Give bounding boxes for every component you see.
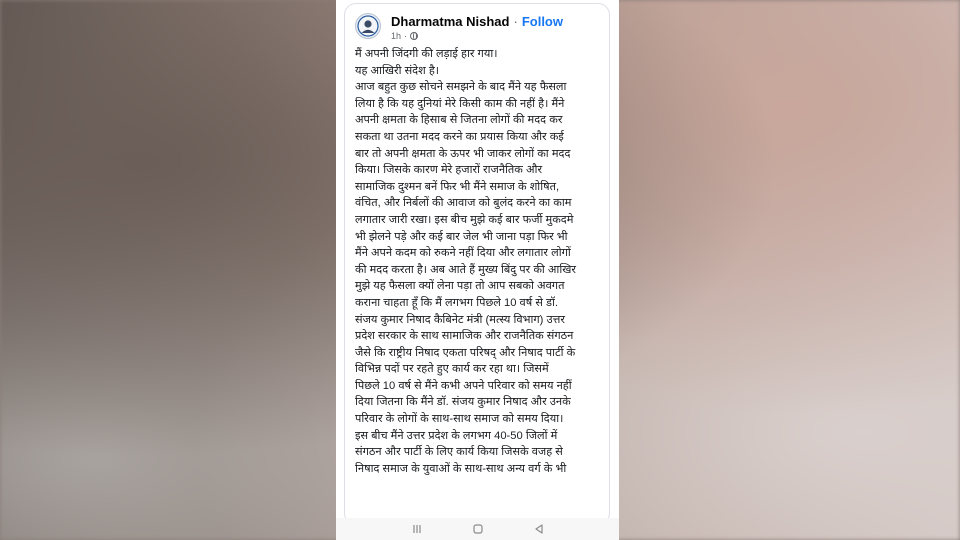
post-text-line: की मदद करता है। अब आते हैं मुख्य बिंदु प… xyxy=(355,263,576,276)
post-text-line: यह आखिरी संदेश है। xyxy=(355,64,440,77)
post-meta: 1h · xyxy=(391,31,419,41)
post-text-line: मुझे यह फैसला क्यों लेना पड़ा तो आप सबको… xyxy=(355,280,565,293)
home-icon[interactable] xyxy=(470,522,486,536)
post-header: Dharmatma Nishad · Follow 1h · xyxy=(355,10,601,44)
post-text-line: संगठन और पार्टी के लिए कार्य किया जिसके … xyxy=(355,446,563,459)
avatar-image xyxy=(357,15,379,37)
post-text-line: दिया जितना कि मैंने डॉ. संजय कुमार निषाद… xyxy=(355,396,571,409)
post-text-line: परिवार के लोगों के साथ-साथ समाज को समय द… xyxy=(355,413,564,426)
separator-dot: · xyxy=(404,31,408,41)
post-text-line: पिछले 10 वर्ष से मैंने कभी अपने परिवार क… xyxy=(355,379,572,392)
post-text-line: मैं अपनी जिंदगी की लड़ाई हार गया। xyxy=(355,48,498,60)
globe-icon xyxy=(410,32,419,40)
facebook-post: Dharmatma Nishad · Follow 1h · मैं अपनी जि… xyxy=(344,3,610,525)
post-text-line: किया। जिसके कारण मेरे हजारों राजनैतिक और xyxy=(355,164,543,177)
post-text-line: अपनी क्षमता के हिसाब से जितना लोगों की म… xyxy=(355,114,563,127)
back-icon[interactable] xyxy=(531,522,547,536)
post-author-row: Dharmatma Nishad · Follow xyxy=(391,14,563,29)
author-name[interactable]: Dharmatma Nishad xyxy=(391,14,509,29)
post-text-line: मैंने अपने कदम को रुकने नहीं दिया और लगा… xyxy=(355,247,571,260)
follow-button[interactable]: Follow xyxy=(522,14,563,29)
android-nav-bar xyxy=(336,518,619,540)
post-text-line: सामाजिक दुश्मन बनें फिर भी मैंने समाज के… xyxy=(355,180,560,193)
post-text-line: कराना चाहता हूँ कि मैं लगभग पिछले 10 वर्… xyxy=(355,296,559,309)
post-text-line: इस बीच मैंने उत्तर प्रदेश के लगभग 40-50 … xyxy=(355,429,558,442)
recent-apps-icon[interactable] xyxy=(409,522,425,536)
post-text-line: सकता था उतना मदद करने का प्रयास किया और … xyxy=(355,130,564,143)
post-text-line: संजय कुमार निषाद कैबिनेट मंत्री (मत्स्य … xyxy=(355,313,565,326)
post-text-line: जैसे कि राष्ट्रीय निषाद एकता परिषद् और न… xyxy=(355,346,576,359)
post-text-line: विभिन्न पदों पर रहते हुए कार्य कर रहा था… xyxy=(355,363,549,376)
post-text: मैं अपनी जिंदगी की लड़ाई हार गया। यह आखिर… xyxy=(355,46,601,477)
post-text-line: प्रदेश सरकार के साथ सामाजिक और राजनैतिक … xyxy=(355,330,574,343)
phone-screen: Dharmatma Nishad · Follow 1h · मैं अपनी जि… xyxy=(336,0,619,540)
post-time[interactable]: 1h xyxy=(391,31,401,41)
post-text-line: लिया है कि यह दुनियां मेरे किसी काम की न… xyxy=(355,97,565,110)
post-text-line: आज बहुत कुछ सोचने समझने के बाद मैंने यह … xyxy=(355,81,567,94)
post-text-line: बार तो अपनी क्षमता के ऊपर भी जाकर लोगों … xyxy=(355,147,571,160)
separator-dot: · xyxy=(513,14,518,29)
post-text-line: लगातार जारी रखा। इस बीच मुझे कई बार फर्ज… xyxy=(355,213,574,226)
post-text-line: भी झेलने पड़े और कई बार जेल भी जाना पड़ा… xyxy=(355,230,568,243)
avatar[interactable] xyxy=(355,13,381,39)
post-text-line: निषाद समाज के युवाओं के साथ-साथ अन्य वर्… xyxy=(355,462,567,475)
post-text-line: वंचित, और निर्बलों की आवाज को बुलंद करने… xyxy=(355,197,572,210)
